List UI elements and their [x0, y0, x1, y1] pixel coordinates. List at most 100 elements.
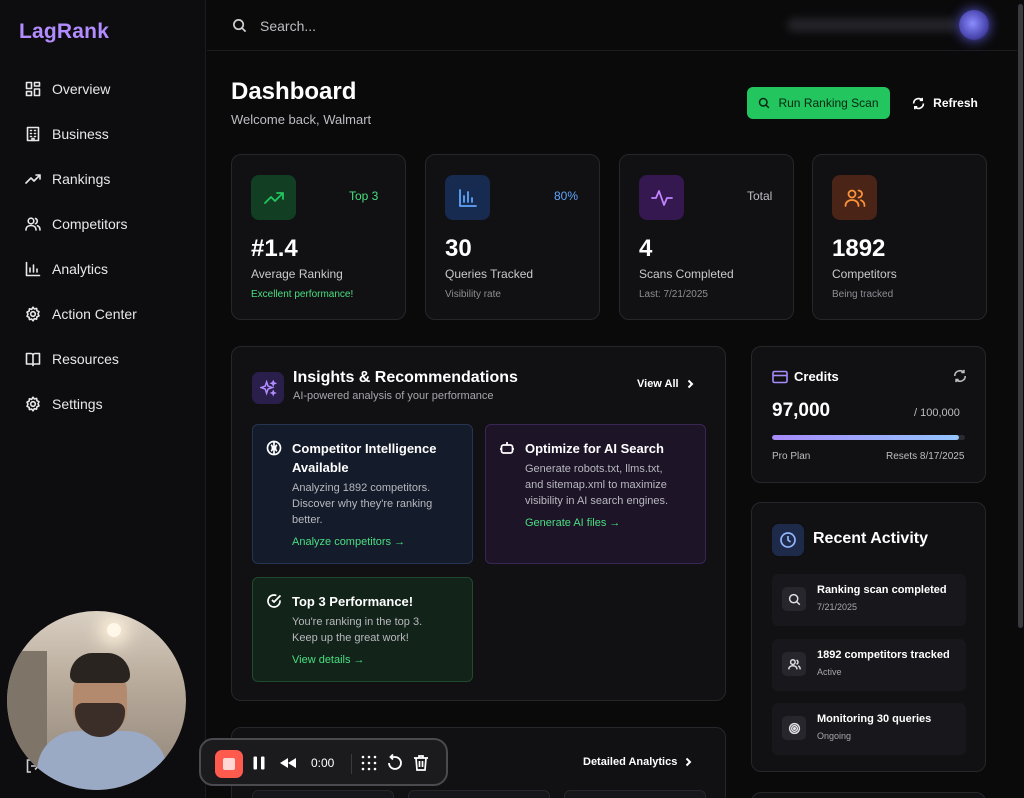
recent-activity-panel: Recent Activity Ranking scan completed 7…	[751, 502, 986, 772]
users-icon	[25, 216, 41, 231]
sidebar-item-label: Rankings	[52, 170, 111, 187]
stat-value: #1.4	[251, 235, 298, 262]
grid-button[interactable]	[359, 753, 379, 773]
activity-item[interactable]: Ranking scan completed 7/21/2025	[772, 574, 966, 626]
user-email-redacted	[787, 18, 957, 32]
credits-panel: Credits 97,000 / 100,000 Pro Plan Resets…	[751, 346, 986, 483]
search-icon	[759, 97, 770, 109]
insight-card-title-line: Optimize for AI Search	[525, 441, 664, 456]
insight-card-body-line: and sitemap.xml to maximize	[525, 479, 667, 491]
view-all-label: View All	[637, 378, 679, 390]
stat-value: 30	[445, 235, 472, 262]
webcam-person-hair	[70, 653, 130, 683]
webcam-person-body	[37, 731, 167, 790]
detailed-analytics-link[interactable]: Detailed Analytics	[583, 756, 693, 768]
insights-title: Insights & Recommendations	[293, 369, 518, 386]
stat-card-average-ranking: Top 3 #1.4 Average Ranking Excellent per…	[231, 154, 406, 320]
view-details-link[interactable]: View details →	[292, 654, 365, 666]
webcam-light	[107, 623, 121, 637]
insight-card-body-line: Generate robots.txt, llms.txt,	[525, 463, 663, 475]
activity-item[interactable]: 1892 competitors tracked Active	[772, 639, 966, 691]
sidebar-item-label: Overview	[52, 80, 111, 97]
sidebar-item-business[interactable]: Business	[0, 111, 206, 156]
clock-icon	[772, 524, 804, 556]
scrollbar[interactable]	[1017, 0, 1024, 798]
refresh-icon[interactable]	[953, 369, 967, 383]
recording-time: 0:00	[311, 756, 335, 770]
stop-icon	[223, 758, 235, 770]
top-bar	[207, 0, 1017, 51]
sidebar-item-settings[interactable]: Settings	[0, 381, 206, 426]
detailed-analytics-label: Detailed Analytics	[583, 756, 678, 768]
bot-icon	[499, 440, 515, 456]
credits-progress-bar	[772, 435, 965, 440]
search-icon	[232, 18, 247, 33]
book-icon	[25, 352, 41, 366]
trending-up-icon	[25, 173, 41, 184]
stat-note: Visibility rate	[445, 289, 501, 300]
activity-item-sub: Active	[817, 667, 842, 677]
sidebar-item-competitors[interactable]: Competitors	[0, 201, 206, 246]
insight-card-body: You're ranking in the top 3. Keep up the…	[292, 614, 422, 646]
webcam-overlay[interactable]	[7, 611, 186, 790]
insight-card-top3-performance[interactable]: Top 3 Performance! You're ranking in the…	[252, 577, 473, 682]
sparkles-icon	[252, 372, 284, 404]
recording-toolbar: 0:00	[199, 738, 448, 786]
generate-ai-files-link[interactable]: Generate AI files →	[525, 517, 620, 529]
stat-label: Queries Tracked	[445, 267, 534, 281]
chevron-right-icon	[686, 757, 692, 767]
search-input[interactable]	[260, 14, 660, 38]
insight-card-body: Generate robots.txt, llms.txt, and sitem…	[525, 461, 668, 509]
app-logo[interactable]: LagRank	[19, 20, 109, 44]
sidebar-item-action-center[interactable]: Action Center	[0, 291, 206, 336]
check-circle-icon	[266, 593, 282, 609]
activity-item[interactable]: Monitoring 30 queries Ongoing	[772, 703, 966, 755]
insight-card-optimize-ai-search[interactable]: Optimize for AI Search Generate robots.t…	[485, 424, 706, 564]
page-title: Dashboard	[231, 78, 357, 105]
users-icon	[782, 652, 806, 676]
stop-recording-button[interactable]	[215, 750, 243, 778]
insight-card-competitor-intelligence[interactable]: Competitor Intelligence Available Analyz…	[252, 424, 473, 564]
restart-button[interactable]	[385, 753, 405, 773]
insight-card-body-line: Discover why they're ranking	[292, 498, 433, 510]
stat-label: Average Ranking	[251, 267, 343, 281]
stat-note: Being tracked	[832, 289, 894, 300]
insights-panel: Insights & Recommendations AI-powered an…	[231, 346, 726, 701]
page-subtitle: Welcome back, Walmart	[231, 112, 372, 127]
stat-badge: Top 3	[349, 189, 379, 203]
insight-card-title: Top 3 Performance!	[292, 592, 413, 611]
rewind-button[interactable]	[278, 753, 298, 773]
insights-subtitle: AI-powered analysis of your performance	[293, 390, 494, 402]
refresh-button[interactable]: Refresh	[905, 87, 985, 119]
sidebar-item-rankings[interactable]: Rankings	[0, 156, 206, 201]
sidebar-item-label: Business	[52, 125, 109, 142]
settings-icon	[26, 395, 40, 412]
scroll-thumb[interactable]	[1018, 4, 1023, 628]
sidebar-item-label: Competitors	[52, 215, 128, 232]
stat-label: Scans Completed	[639, 267, 734, 281]
sidebar-item-resources[interactable]: Resources	[0, 336, 206, 381]
target-icon	[782, 716, 806, 740]
view-all-link[interactable]: View All	[637, 378, 695, 390]
refresh-label: Refresh	[933, 96, 978, 110]
sidebar-item-analytics[interactable]: Analytics	[0, 246, 206, 291]
overview-icon	[25, 81, 41, 96]
insight-card-title-line: Available	[292, 460, 349, 475]
analytics-mini-card	[408, 790, 550, 798]
credits-total: / 100,000	[914, 407, 960, 419]
secondary-panel	[751, 792, 986, 798]
grid-dots-icon	[361, 755, 377, 771]
avatar[interactable]	[959, 10, 989, 40]
users-icon	[832, 175, 877, 220]
sidebar-item-label: Resources	[52, 350, 119, 367]
analyze-competitors-link[interactable]: Analyze competitors →	[292, 536, 405, 548]
delete-button[interactable]	[411, 753, 431, 773]
pause-button[interactable]	[249, 753, 269, 773]
stat-note: Excellent performance!	[251, 289, 354, 300]
sidebar-item-overview[interactable]: Overview	[0, 66, 206, 111]
sidebar-item-label: Analytics	[52, 260, 109, 277]
recent-activity-title: Recent Activity	[813, 530, 928, 547]
insight-card-title: Optimize for AI Search	[525, 439, 664, 458]
activity-item-title: Ranking scan completed	[817, 584, 947, 596]
run-ranking-scan-button[interactable]: Run Ranking Scan	[747, 87, 890, 119]
